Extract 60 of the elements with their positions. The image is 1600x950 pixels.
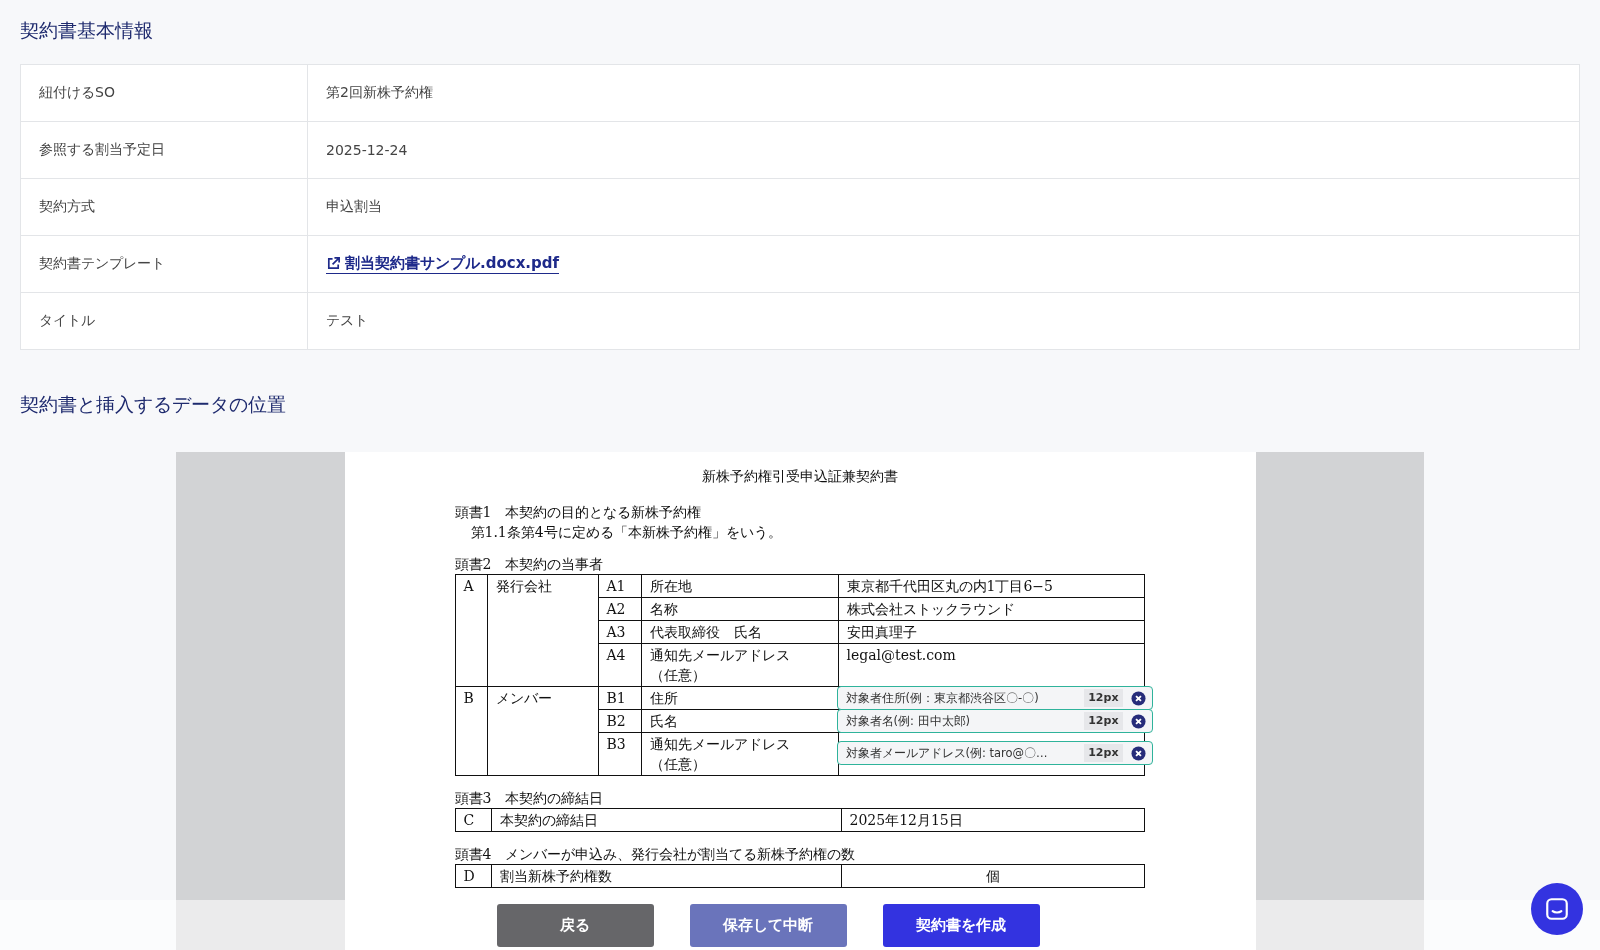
font-size-badge: 12px <box>1084 712 1123 730</box>
table-cell: 2025年12月15日 <box>841 808 1144 832</box>
table-cell: A4 <box>598 643 641 687</box>
table-cell: 本契約の締結日 <box>491 808 841 832</box>
section-title: 契約書と挿入するデータの位置 <box>20 392 287 417</box>
chat-button[interactable] <box>1531 883 1583 935</box>
table-cell: B <box>455 686 487 776</box>
table-cell: 名称 <box>641 597 838 621</box>
document-heading: 頭書1 本契約の目的となる新株予約権 <box>454 503 703 522</box>
chat-icon <box>1544 896 1570 922</box>
table-cell: A3 <box>598 620 641 644</box>
table-cell: D <box>455 864 491 888</box>
table-cell: 株式会社ストックラウンド <box>838 597 1144 621</box>
table-cell: A <box>455 574 487 687</box>
remove-icon[interactable] <box>1130 745 1146 761</box>
table-cell: 発行会社 <box>487 574 598 687</box>
field-value: 申込割当 <box>326 198 382 216</box>
table-cell: A2 <box>598 597 641 621</box>
insert-field-chip[interactable]: 対象者メールアドレス(例: taro@〇… 12px <box>836 741 1153 765</box>
field-value: 2025-12-24 <box>326 142 408 158</box>
remove-icon[interactable] <box>1130 713 1146 729</box>
table-cell: A1 <box>598 574 641 598</box>
table-cell: 個 <box>841 864 1144 888</box>
field-label: タイトル <box>21 293 308 349</box>
field-label: 対象者名(例: 田中太郎) <box>845 713 971 730</box>
table-cell: 所在地 <box>641 574 838 598</box>
insert-field-chip[interactable]: 対象者住所(例：東京都渋谷区〇-〇) 12px <box>836 686 1153 710</box>
table-cell: C <box>455 808 491 832</box>
table-cell: 割当新株予約権数 <box>491 864 841 888</box>
field-label: 契約書テンプレート <box>21 236 308 292</box>
section-title: 契約書基本情報 <box>20 18 154 43</box>
font-size-badge: 12px <box>1084 744 1123 762</box>
field-value: テスト <box>326 312 368 330</box>
field-label: 対象者住所(例：東京都渋谷区〇-〇) <box>845 690 1040 707</box>
field-label: 紐付けるSO <box>21 65 308 121</box>
field-label: 対象者メールアドレス(例: taro@〇… <box>845 745 1049 762</box>
table-cell: 通知先メールアドレス（任意） <box>641 643 838 687</box>
document-text: 第1.1条第4号に定める「本新株予約権」をいう。 <box>469 523 783 542</box>
table-cell: 安田真理子 <box>838 620 1144 644</box>
template-link[interactable]: 割当契約書サンプル.docx.pdf <box>326 254 559 274</box>
font-size-badge: 12px <box>1084 689 1123 707</box>
table-cell: 代表取締役 氏名 <box>641 620 838 644</box>
field-label: 参照する割当予定日 <box>21 122 308 178</box>
action-button[interactable]: 保存して中断 <box>689 903 847 947</box>
action-button[interactable]: 契約書を作成 <box>882 903 1040 947</box>
external-link-icon <box>326 256 341 271</box>
action-button[interactable]: 戻る <box>496 903 654 947</box>
document-heading: 頭書4 メンバーが申込み、発行会社が割当てる新株予約権の数 <box>454 845 857 864</box>
table-cell: メンバー <box>487 686 598 776</box>
table-cell: 東京都千代田区丸の内1丁目6−5 <box>838 574 1144 598</box>
insert-field-chip[interactable]: 対象者名(例: 田中太郎) 12px <box>836 709 1153 733</box>
document-heading: 頭書2 本契約の当事者 <box>454 555 605 574</box>
remove-icon[interactable] <box>1130 690 1146 706</box>
document-heading: 頭書3 本契約の締結日 <box>454 789 605 808</box>
table-cell: B2 <box>598 709 641 733</box>
table-cell: B3 <box>598 732 641 776</box>
field-value: 第2回新株予約権 <box>326 84 433 102</box>
field-label: 契約方式 <box>21 179 308 235</box>
table-cell: B1 <box>598 686 641 710</box>
document-title: 新株予約権引受申込証兼契約書 <box>701 467 899 486</box>
